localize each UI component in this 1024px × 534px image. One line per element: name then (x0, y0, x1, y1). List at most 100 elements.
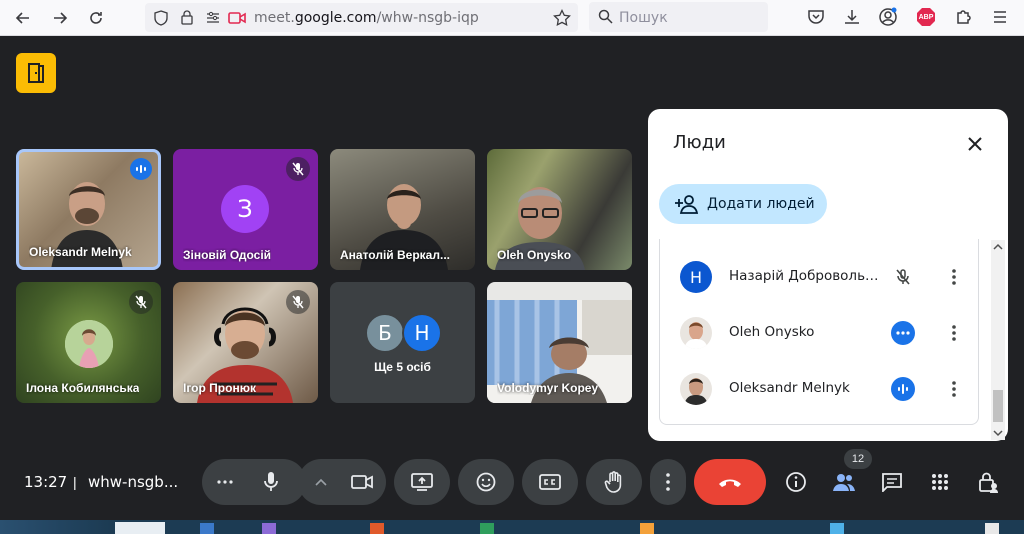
reload-button[interactable] (84, 6, 108, 30)
participant-tile[interactable]: Анатолій Веркал... (330, 149, 475, 270)
pocket-icon (808, 10, 824, 24)
chat-icon (882, 473, 902, 492)
leave-call-button[interactable] (694, 459, 766, 505)
reload-icon (90, 12, 102, 24)
back-arrow-icon (15, 12, 29, 24)
audio-wave-icon (136, 165, 146, 173)
emoji-icon (476, 472, 496, 492)
microphone-button[interactable] (248, 459, 294, 505)
url-bar[interactable]: meet.google.com/whw-nsgb-iqp (145, 3, 578, 32)
participant-tile[interactable]: Ігор Пронюк (173, 282, 318, 403)
present-screen-icon (411, 473, 433, 491)
chat-button[interactable] (880, 470, 904, 494)
raise-hand-button[interactable] (586, 459, 642, 505)
person-avatar (680, 373, 712, 405)
more-options-button[interactable] (942, 377, 966, 401)
list-item[interactable]: Oleksandr Melnyk (660, 361, 978, 417)
account-button[interactable] (877, 6, 899, 28)
forward-button[interactable] (48, 6, 72, 30)
participant-tile[interactable]: Ілона Кобилянська (16, 282, 161, 403)
search-bar[interactable]: Пошук (589, 2, 768, 32)
participant-name: Зіновій Одосій (183, 248, 272, 262)
account-icon (879, 7, 897, 26)
permissions-icon[interactable] (205, 10, 221, 26)
participant-tile[interactable]: Volodymyr Kopey (487, 282, 632, 403)
person-name: Назарій Добровольсь... (729, 268, 881, 284)
add-people-button[interactable]: Додати людей (659, 184, 827, 224)
microphone-icon (264, 472, 278, 491)
meeting-code[interactable]: whw-nsgb... (88, 473, 178, 491)
lock-person-icon (979, 472, 998, 493)
back-button[interactable] (11, 6, 35, 30)
activities-button[interactable] (928, 470, 952, 494)
close-icon (968, 137, 982, 151)
show-desktop[interactable] (985, 523, 999, 534)
muted-indicator (286, 290, 310, 314)
meeting-info-logo[interactable] (16, 53, 56, 93)
reactions-button[interactable] (458, 459, 514, 505)
taskbar-app[interactable] (640, 523, 654, 534)
more-horiz-icon (217, 480, 233, 484)
bookmark-star-icon[interactable] (553, 9, 571, 27)
list-item[interactable]: Oleh Onysko (660, 305, 978, 361)
participant-name: Ілона Кобилянська (26, 381, 140, 395)
taskbar-app-active[interactable] (115, 522, 165, 534)
participant-tile[interactable]: Oleksandr Melnyk (16, 149, 161, 270)
shield-icon[interactable] (153, 10, 169, 26)
participant-name: Volodymyr Kopey (497, 381, 599, 395)
taskbar-app[interactable] (830, 523, 844, 534)
list-item[interactable]: Н Назарій Добровольсь... (660, 249, 978, 305)
host-controls-button[interactable] (976, 470, 1000, 494)
camera-control-group (298, 459, 386, 505)
download-icon (845, 10, 859, 24)
participant-tile[interactable]: Oleh Onysko (487, 149, 632, 270)
lock-icon[interactable] (179, 9, 195, 25)
door-icon (28, 63, 44, 83)
search-placeholder: Пошук (619, 10, 668, 26)
taskbar-app[interactable] (370, 523, 384, 534)
participant-avatar: Н (402, 313, 442, 353)
more-options-button[interactable] (650, 459, 686, 505)
start-button[interactable] (0, 520, 110, 534)
captions-icon (539, 474, 561, 490)
speaking-indicator (891, 377, 915, 401)
more-options-button[interactable] (942, 265, 966, 289)
more-participants-tile[interactable]: Б Н Ще 5 осіб (330, 282, 475, 403)
taskbar-app[interactable] (262, 523, 276, 534)
person-avatar: Н (680, 261, 712, 293)
dots-icon (896, 331, 910, 335)
person-name: Oleh Onysko (729, 324, 815, 340)
more-participants-label: Ще 5 осіб (374, 360, 431, 374)
camera-button[interactable] (338, 459, 386, 505)
close-panel-button[interactable] (962, 131, 988, 157)
chevron-up-icon (315, 478, 327, 486)
taskbar-app[interactable] (200, 523, 214, 534)
meeting-details-button[interactable] (784, 470, 808, 494)
speaking-indicator (130, 158, 152, 180)
participants-list: Н Назарій Добровольсь... Oleh Onysko Ole… (659, 239, 979, 425)
adblock-button[interactable]: ABP (915, 6, 937, 28)
participant-tile[interactable]: З Зіновій Одосій (173, 149, 318, 270)
taskbar-app[interactable] (480, 523, 494, 534)
panel-scrollbar[interactable] (991, 240, 1005, 440)
url-path: /whw-nsgb-iqp (376, 10, 479, 26)
people-panel: Люди Додати людей Н Назарій Добровольсь.… (648, 109, 1008, 441)
separator: | (73, 474, 77, 490)
menu-button[interactable] (989, 6, 1011, 28)
participant-name: Oleksandr Melnyk (29, 245, 132, 259)
captions-button[interactable] (522, 459, 578, 505)
hand-icon (604, 471, 622, 493)
search-icon (598, 9, 613, 24)
pocket-button[interactable] (805, 6, 827, 28)
adblock-label: ABP (918, 13, 934, 21)
url-text[interactable]: meet.google.com/whw-nsgb-iqp (254, 10, 479, 26)
scrollbar-track (991, 240, 1005, 440)
people-button[interactable] (832, 470, 856, 494)
extensions-button[interactable] (953, 6, 975, 28)
present-screen-button[interactable] (394, 459, 450, 505)
audio-options-button[interactable] (202, 459, 248, 505)
downloads-button[interactable] (841, 6, 863, 28)
more-options-button[interactable] (942, 321, 966, 345)
camera-sharing-icon[interactable] (228, 10, 246, 26)
puzzle-icon (957, 10, 971, 24)
